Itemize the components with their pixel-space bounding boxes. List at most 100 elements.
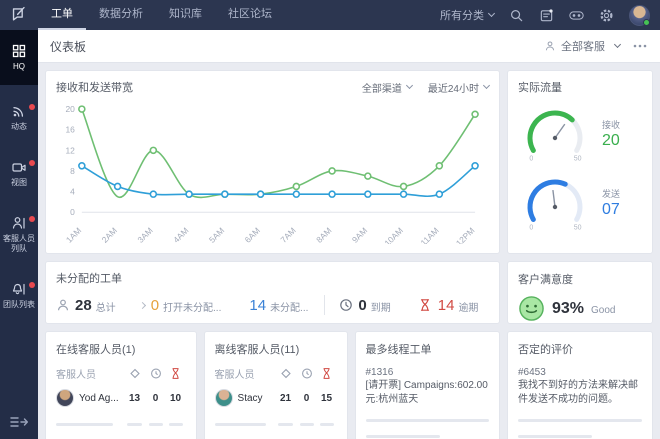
sidebar: HQ 动态 视图 客服人员列队 团队列表 (0, 30, 38, 439)
review-id[interactable]: #6453 (518, 367, 642, 378)
page-header: 仪表板 全部客服 (38, 30, 660, 63)
svg-text:0: 0 (529, 156, 533, 163)
svg-text:0: 0 (529, 225, 533, 232)
bandwidth-card-title: 接收和发送带宽 (56, 82, 133, 94)
agent-due: 0 (152, 392, 159, 404)
logo-icon (9, 3, 29, 28)
svg-text:8AM: 8AM (314, 225, 333, 244)
search-icon[interactable] (509, 8, 524, 23)
tag-icon (129, 367, 141, 380)
divider (324, 295, 326, 315)
due-count: 0 (358, 296, 367, 314)
time-filter-label: 最近24小时 (427, 83, 479, 95)
notes-icon[interactable] (539, 8, 554, 23)
hourglass-icon (419, 298, 433, 312)
svg-text:0: 0 (70, 207, 75, 217)
agent-queue-icon (11, 215, 27, 231)
satisfaction-value: 93% (552, 299, 585, 317)
chevron-down-icon (482, 81, 491, 90)
chevron-down-icon (487, 9, 496, 18)
settings-gear-icon[interactable] (599, 8, 614, 23)
agent-avatar (56, 389, 74, 407)
channel-filter-label: 全部渠道 (361, 83, 402, 95)
nav-tab-analytics[interactable]: 数据分析 (86, 0, 156, 30)
nav-tab-tickets[interactable]: 工单 (38, 0, 86, 30)
sidebar-item-label: 动态 (11, 122, 27, 131)
skeleton-row (214, 423, 337, 426)
team-list-icon (11, 281, 27, 297)
svg-text:10AM: 10AM (382, 225, 405, 244)
unassigned-label: 未分配... (270, 302, 309, 314)
online-agents-title: 在线客服人员(1) (56, 344, 136, 356)
traffic-card: 实际流量 0 50 接收 20 0 50 发送 07 (507, 70, 653, 254)
sidebar-item-label: 视图 (11, 178, 27, 187)
notification-dot (29, 216, 35, 222)
gauge: 0 50 (527, 110, 583, 163)
ticket-text[interactable]: [请开票] Campaigns:602.00元:杭州蓝天 (366, 379, 489, 406)
negative-review-title: 否定的评价 (517, 344, 573, 356)
nav-tab-knowledge-base[interactable]: 知识库 (156, 0, 215, 30)
sidebar-item-hq[interactable]: HQ (0, 30, 38, 85)
agent-overdue: 10 (169, 392, 182, 404)
gauge: 0 50 (527, 179, 583, 232)
app-logo[interactable] (0, 0, 38, 30)
agents-col-header: 客服人员 (56, 370, 96, 381)
agent-tickets: 21 (279, 392, 292, 404)
overdue-count: 14 (437, 296, 455, 314)
svg-text:11AM: 11AM (419, 225, 441, 244)
support-icon[interactable] (569, 8, 584, 23)
agent-row[interactable]: Yod Ag... 13 0 10 (56, 389, 186, 407)
top-thread-ticket-card: 最多线程工单 #1316 [请开票] Campaigns:602.00元:杭州蓝… (354, 331, 500, 439)
negative-review-card: 否定的评价 #6453 我找不到好的方法来解决邮件发送不成功的问题。 (506, 331, 653, 439)
sidebar-item-views[interactable]: 视图 (0, 150, 38, 197)
notification-dot (29, 160, 35, 166)
review-text[interactable]: 我找不到好的方法来解决邮件发送不成功的问题。 (518, 379, 642, 406)
category-dropdown-label: 所有分类 (440, 10, 484, 22)
gauge-value: 07 (602, 201, 620, 218)
offline-agents-title: 离线客服人员(11) (214, 344, 300, 356)
unassigned-card-title: 未分配的工单 (56, 273, 122, 285)
agent-filter-label: 全部客服 (561, 41, 605, 53)
skeleton-row (56, 423, 186, 426)
send-gauge-block: 0 50 发送 07 (518, 173, 642, 233)
time-filter-dropdown[interactable]: 最近24小时 (427, 80, 491, 95)
gauge-value: 20 (602, 132, 620, 149)
chevron-right-icon (138, 301, 146, 309)
total-count: 28 (75, 296, 92, 314)
unassigned-tickets-card: 未分配的工单 28 总计 0 打开未分配... 14 未分配... 0 到期 1… (45, 261, 500, 324)
hourglass-icon (170, 367, 182, 380)
due-label: 到期 (370, 302, 391, 314)
svg-text:1AM: 1AM (64, 225, 83, 244)
category-dropdown[interactable]: 所有分类 (440, 7, 496, 23)
svg-text:12PM: 12PM (454, 225, 477, 244)
sidebar-item-agent-queue[interactable]: 客服人员列队 (0, 206, 38, 263)
clock-icon (150, 367, 162, 380)
satisfaction-card-title: 客户满意度 (518, 274, 573, 286)
svg-text:2AM: 2AM (100, 225, 119, 244)
online-agents-card: 在线客服人员(1) 客服人员 Yod Ag... 13 0 10 (45, 331, 197, 439)
open-unassigned-label: 打开未分配... (163, 302, 222, 314)
agent-avatar (214, 389, 233, 407)
user-avatar[interactable] (629, 4, 650, 26)
smiley-icon (519, 296, 544, 321)
online-status-dot (643, 18, 650, 26)
sidebar-item-activity[interactable]: 动态 (0, 94, 38, 141)
agent-filter-dropdown[interactable]: 全部客服 (544, 38, 622, 54)
svg-text:4AM: 4AM (171, 225, 190, 244)
ticket-id[interactable]: #1316 (366, 367, 489, 378)
notification-dot (29, 282, 35, 288)
dashboard-content: 接收和发送带宽 全部渠道 最近24小时 0 4 8 12 16 20 1AM 2AM 3AM 4A… (38, 63, 660, 439)
skeleton-line (517, 419, 642, 422)
sidebar-item-team-list[interactable]: 团队列表 (0, 272, 38, 319)
skeleton-line (517, 435, 593, 438)
tag-icon (280, 367, 292, 380)
skeleton-line (365, 419, 489, 422)
agent-row[interactable]: Stacy 21 0 15 (214, 389, 337, 407)
overdue-label: 逾期 (458, 302, 479, 314)
more-options-button[interactable] (632, 39, 648, 53)
nav-tab-community-forum[interactable]: 社区论坛 (215, 0, 285, 30)
svg-text:6AM: 6AM (243, 225, 262, 244)
chevron-down-icon (405, 81, 413, 90)
sidebar-expand-button[interactable] (9, 415, 29, 429)
channel-filter-dropdown[interactable]: 全部渠道 (361, 80, 413, 95)
